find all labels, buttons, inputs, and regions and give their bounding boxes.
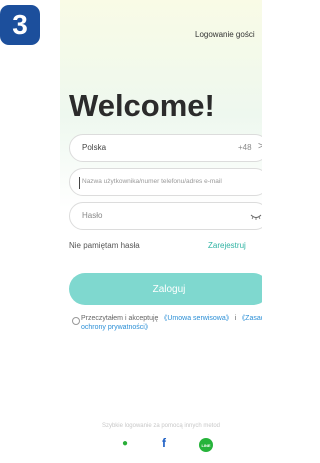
- forgot-password-link[interactable]: Nie pamiętam hasła: [69, 241, 140, 250]
- welcome-title: Welcome!: [69, 88, 215, 123]
- other-login-label: Szybkie logowanie za pomocą innych metod: [101, 423, 221, 429]
- agreement-text: Przeczytałem i akceptuję 《Umowa serwisow…: [81, 314, 262, 332]
- country-code: +48: [238, 143, 252, 152]
- guest-login-link[interactable]: Logowanie gości: [195, 30, 255, 39]
- login-screen: Logowanie gości Welcome! Polska +48 > Na…: [60, 0, 262, 463]
- text-cursor: [79, 177, 80, 189]
- line-icon[interactable]: LINE: [199, 438, 213, 452]
- chevron-right-icon: >: [258, 141, 262, 152]
- login-button-label: Zaloguj: [152, 283, 186, 295]
- terms-link[interactable]: 《Umowa serwisowa》: [160, 315, 232, 322]
- country-label: Polska: [82, 143, 107, 152]
- username-input[interactable]: Nazwa użytkownika/numer telefonu/adres e…: [69, 168, 262, 196]
- password-placeholder: Hasło: [82, 211, 103, 220]
- username-placeholder: Nazwa użytkownika/numer telefonu/adres e…: [82, 178, 222, 185]
- register-link[interactable]: Zarejestruj: [208, 241, 246, 250]
- login-button[interactable]: Zaloguj: [69, 273, 262, 305]
- agreement-checkbox[interactable]: [72, 317, 80, 325]
- facebook-icon[interactable]: f: [162, 436, 166, 450]
- password-input[interactable]: Hasło: [69, 202, 262, 230]
- agreement-prefix: Przeczytałem i akceptuję: [81, 315, 161, 322]
- eye-hidden-icon[interactable]: [250, 212, 262, 222]
- country-selector[interactable]: Polska +48 >: [69, 134, 262, 162]
- step-number-badge: 3: [0, 5, 40, 45]
- wechat-icon[interactable]: ●: [122, 438, 128, 449]
